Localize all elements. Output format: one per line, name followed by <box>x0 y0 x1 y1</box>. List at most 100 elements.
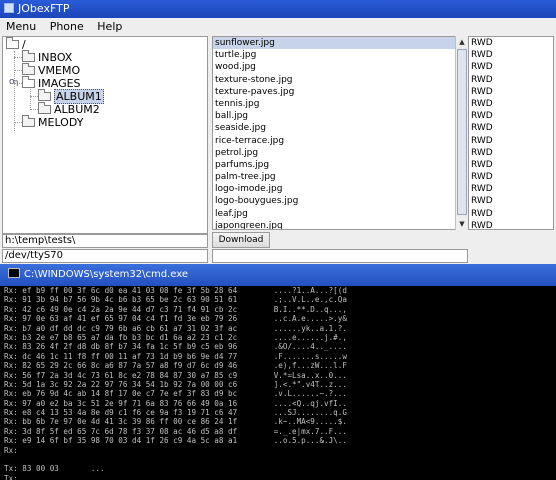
jobexftp-window: JObexFTP Menu Phone Help / INBOX VMEMO o… <box>0 0 556 264</box>
folder-open-icon <box>22 76 35 88</box>
tree-item-album2[interactable]: ALBUM2 <box>38 102 100 117</box>
tree-item-label: ALBUM2 <box>54 103 100 116</box>
file-row[interactable]: turtle.jpg <box>213 49 467 61</box>
scroll-up-icon[interactable]: ▲ <box>456 36 468 48</box>
file-permission: RWD <box>471 50 493 61</box>
folder-tree[interactable]: / INBOX VMEMO o┐ IMAGES ALBUM1 ALBUM2 ME… <box>2 36 208 234</box>
scroll-down-icon[interactable]: ▼ <box>456 218 468 230</box>
file-permission: RWD <box>471 86 493 97</box>
file-row[interactable]: sunflower.jpg <box>213 37 467 50</box>
file-row[interactable]: logo-bouygues.jpg <box>213 195 467 207</box>
file-row[interactable]: palm-tree.jpg <box>213 171 467 183</box>
folder-open-icon <box>6 37 19 49</box>
menu-menu[interactable]: Menu <box>2 18 40 36</box>
console-line: Rx: e9 14 6f bf 35 98 70 03 d4 1f 26 c9 … <box>4 436 347 446</box>
cmd-title-bar[interactable]: C:\WINDOWS\system32\cmd.exe <box>0 264 556 286</box>
file-permission: RWD <box>471 172 493 183</box>
console-line: Rx: 97 a0 e2 ba 3c 51 2e 9f 71 6a 83 76 … <box>4 398 347 408</box>
folder-icon <box>22 63 35 75</box>
file-row[interactable]: leaf.jpg <box>213 208 467 220</box>
console-line: Rx: ef b9 ff 00 3f 6c d0 ea 41 03 08 fe … <box>4 286 347 295</box>
file-row[interactable]: ball.jpg <box>213 110 467 122</box>
folder-icon <box>22 115 35 127</box>
console-icon <box>8 268 20 278</box>
file-name: logo-bouygues.jpg <box>215 196 299 207</box>
console-line: Rx: dc 46 1c 11 f8 ff 00 11 af 73 1d b9 … <box>4 351 347 361</box>
folder-icon <box>38 89 51 101</box>
folder-icon <box>22 50 35 62</box>
java-app-icon <box>4 3 14 13</box>
file-name: sunflower.jpg <box>215 38 275 48</box>
file-row[interactable]: tennis.jpg <box>213 98 467 110</box>
console-line: Tx: <box>4 473 18 480</box>
file-permission: RWD <box>471 159 493 170</box>
tree-item-label: INBOX <box>38 51 73 64</box>
cmd-window: C:\WINDOWS\system32\cmd.exe Rx: ef b9 ff… <box>0 264 556 480</box>
tree-item-label: ALBUM1 <box>54 89 104 104</box>
file-row[interactable]: rice-terrace.jpg <box>213 135 467 147</box>
console-line: Rx: <box>4 445 18 455</box>
file-row[interactable]: japongreen.jpg <box>213 220 467 230</box>
expand-handle-icon[interactable]: o┐ <box>9 77 20 87</box>
file-permission: RWD <box>471 123 493 134</box>
file-name: wood.jpg <box>215 62 256 73</box>
file-row[interactable]: parfums.jpg <box>213 159 467 171</box>
app-title: JObexFTP <box>18 2 70 15</box>
console-line: Rx: 42 c6 49 0e c4 2a 2a 9e 44 d7 c3 71 … <box>4 304 347 314</box>
console-line: Rx: 82 65 29 2c 66 8c a6 87 7a 57 a8 f9 … <box>4 361 347 371</box>
local-path-field[interactable]: h:\temp\tests\ <box>2 234 208 248</box>
file-permission: RWD <box>471 135 493 146</box>
file-row[interactable]: texture-stone.jpg <box>213 74 467 86</box>
file-row[interactable]: wood.jpg <box>213 61 467 73</box>
console-line: Rx: 3d 8f 5f ed 65 7c 6d 78 f3 37 08 ac … <box>4 426 347 436</box>
file-name: japongreen.jpg <box>215 220 283 230</box>
file-name: ball.jpg <box>215 111 249 122</box>
tree-item-vmemo[interactable]: VMEMO <box>22 63 80 78</box>
file-row[interactable]: petrol.jpg <box>213 147 467 159</box>
file-name: texture-paves.jpg <box>215 86 295 97</box>
file-permission: RWD <box>471 184 493 195</box>
tree-item-inbox[interactable]: INBOX <box>22 50 73 65</box>
file-name: seaside.jpg <box>215 123 266 134</box>
file-list[interactable]: sunflower.jpg turtle.jpg wood.jpg texture-s… <box>212 36 468 230</box>
console-line: Rx: 5d 1a 3c 92 2a 22 97 76 34 54 1b 92 … <box>4 379 347 389</box>
app-title-bar[interactable]: JObexFTP <box>0 0 556 18</box>
file-row[interactable]: seaside.jpg <box>213 122 467 134</box>
console-line: Rx: 83 26 4f 2f d8 db 8f b7 34 fa 1c 5f … <box>4 342 347 352</box>
tree-item-label: MELODY <box>38 116 84 129</box>
console-line: Rx: bb 6b 7e 97 0e 4d 41 3c 39 86 ff 00 … <box>4 417 347 427</box>
file-permission: RWD <box>471 220 493 231</box>
console-line: Tx: 83 00 03 ... <box>4 464 105 474</box>
file-name: turtle.jpg <box>215 50 257 61</box>
tree-item-album1[interactable]: ALBUM1 <box>38 89 104 104</box>
console-line: Rx: b7 a0 df dd dc c9 79 6b a6 cb 61 a7 … <box>4 323 347 333</box>
menu-help[interactable]: Help <box>93 18 126 36</box>
file-name: texture-stone.jpg <box>215 74 293 85</box>
console-line: Rx: 56 f7 2a 3d 4c 73 61 8c e2 78 84 87 … <box>4 370 347 380</box>
file-row[interactable]: logo-imode.jpg <box>213 183 467 195</box>
file-permission: RWD <box>471 62 493 73</box>
file-list-scrollbar[interactable]: ▲ ▼ <box>455 36 468 230</box>
permissions-column: RWD RWD RWD RWD RWD RWD RWD RWD RWD RWD RWD RWD RWD R… <box>468 36 554 231</box>
download-button[interactable]: Download <box>212 232 270 248</box>
file-permission: RWD <box>471 196 493 207</box>
file-permission: RWD <box>471 147 493 158</box>
menu-phone[interactable]: Phone <box>46 18 88 36</box>
file-name: parfums.jpg <box>215 159 270 170</box>
console-line: Rx: e8 c4 13 53 4a 8e d9 c1 f6 ce 9a f3 … <box>4 408 347 418</box>
file-row[interactable]: texture-paves.jpg <box>213 86 467 98</box>
file-permission: RWD <box>471 74 493 85</box>
scroll-thumb[interactable] <box>457 49 467 215</box>
file-permission: RWD <box>471 208 493 219</box>
file-name: petrol.jpg <box>215 147 259 158</box>
status-field <box>212 249 468 263</box>
console-output[interactable]: Rx: ef b9 ff 00 3f 6c d0 ea 41 03 08 fe … <box>4 286 556 480</box>
file-name: tennis.jpg <box>215 98 260 109</box>
menu-bar: Menu Phone Help <box>0 18 556 36</box>
console-line: Rx: 91 3b 94 b7 56 9b 4c b6 b3 65 be 2c … <box>4 295 347 305</box>
file-permission: RWD <box>471 98 493 109</box>
device-field[interactable]: /dev/ttyS70 <box>2 249 208 263</box>
file-name: rice-terrace.jpg <box>215 135 285 146</box>
tree-item-melody[interactable]: MELODY <box>22 115 84 130</box>
